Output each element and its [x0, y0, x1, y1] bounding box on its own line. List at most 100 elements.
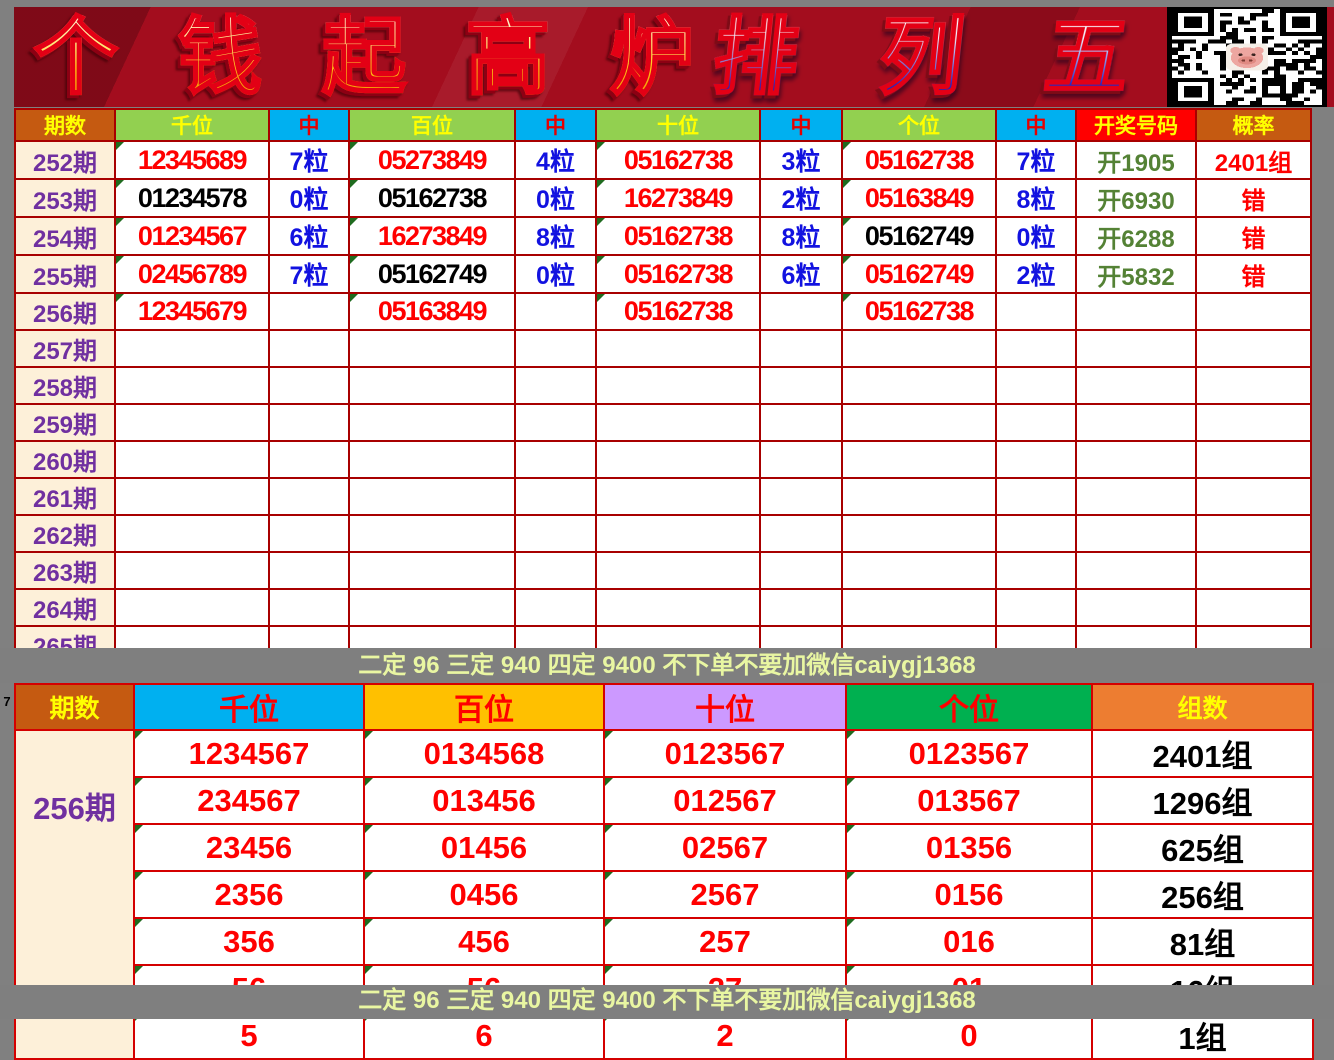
cell-draw-number [1076, 330, 1196, 367]
qr-module [1244, 28, 1250, 32]
cell-group-count: 1296组 [1092, 777, 1313, 824]
cell-units-hit: 7粒 [996, 141, 1076, 179]
cell-thousands [115, 589, 269, 626]
banner-char: 钱 [178, 15, 262, 99]
banner-char: 个 [34, 15, 118, 99]
cell-draw-number: 开1905 [1076, 141, 1196, 179]
table-row: 261期 [15, 478, 1311, 515]
cell-thousands-hit [269, 515, 349, 552]
cell-units [842, 404, 996, 441]
cell-thousands: 23456 [134, 824, 364, 871]
cell-units: 05162749 [842, 217, 996, 255]
column-header: 个位 [846, 684, 1092, 730]
column-header: 十位 [604, 684, 846, 730]
column-header: 百位 [349, 109, 515, 141]
banner: 个钱起高炉 排列五 [14, 7, 1334, 107]
qr-module [1286, 93, 1292, 97]
cell-hundreds [349, 552, 515, 589]
period-cell: 253期 [15, 179, 115, 217]
qr-module [1262, 13, 1268, 17]
table-row: 259期 [15, 404, 1311, 441]
cell-tens [596, 478, 760, 515]
cell-thousands-hit [269, 552, 349, 589]
qr-module [1178, 47, 1184, 51]
cell-units-hit [996, 589, 1076, 626]
cell-hundreds-hit: 0粒 [515, 255, 596, 293]
qr-module [1298, 90, 1304, 94]
period-cell: 254期 [15, 217, 115, 255]
cell-units: 05163849 [842, 179, 996, 217]
qr-module [1280, 63, 1286, 67]
qr-module [1316, 51, 1322, 55]
table-row: 2345670134560125670135671296组 [15, 777, 1313, 824]
cell-hundreds: 013456 [364, 777, 604, 824]
cell-hundreds [349, 330, 515, 367]
qr-module [1226, 32, 1232, 36]
cell-tens: 05162738 [596, 255, 760, 293]
qr-module [1220, 82, 1226, 86]
qr-module [1286, 101, 1292, 105]
period-cell: 255期 [15, 255, 115, 293]
qr-module [1292, 51, 1298, 55]
qr-module [1184, 55, 1190, 59]
cell-units: 0156 [846, 871, 1092, 918]
qr-module [1298, 47, 1304, 51]
cell-thousands-hit: 6粒 [269, 217, 349, 255]
qr-module [1262, 24, 1268, 28]
qr-module [1172, 51, 1178, 55]
qr-module [1232, 74, 1238, 78]
qr-module [1184, 67, 1190, 71]
qr-module [1310, 78, 1316, 82]
qr-module [1220, 59, 1226, 63]
qr-module [1280, 86, 1286, 90]
banner-title-right: 排列五 [709, 7, 1135, 107]
period-cell: 260期 [15, 441, 115, 478]
cell-tens-hit [760, 552, 842, 589]
qr-module [1298, 78, 1304, 82]
qr-module [1304, 97, 1310, 101]
qr-module [1202, 44, 1208, 48]
cell-tens: 05162738 [596, 293, 760, 330]
qr-module [1214, 51, 1220, 55]
cell-hundreds: 05163849 [349, 293, 515, 330]
cell-draw-number [1076, 589, 1196, 626]
qr-module [1292, 67, 1298, 71]
cell-tens: 05162738 [596, 141, 760, 179]
cell-probability: 错 [1196, 255, 1311, 293]
qr-module [1178, 63, 1184, 67]
cell-units-hit [996, 404, 1076, 441]
cell-tens-hit [760, 404, 842, 441]
qr-module [1226, 90, 1232, 94]
cell-probability [1196, 404, 1311, 441]
qr-module [1238, 70, 1244, 74]
qr-module [1238, 82, 1244, 86]
qr-code-block [1167, 7, 1327, 107]
cell-tens-hit: 3粒 [760, 141, 842, 179]
cell-thousands: 01234567 [115, 217, 269, 255]
qr-module [1232, 36, 1238, 40]
qr-module [1226, 78, 1232, 82]
qr-module [1298, 70, 1304, 74]
qr-module [1316, 86, 1322, 90]
cell-thousands-hit [269, 441, 349, 478]
cell-units: 05162738 [842, 293, 996, 330]
banner-char: 排 [710, 15, 803, 99]
qr-module [1304, 63, 1310, 67]
cell-tens-hit: 8粒 [760, 217, 842, 255]
cell-units [842, 367, 996, 404]
cell-group-count: 81组 [1092, 918, 1313, 965]
cell-hundreds [349, 589, 515, 626]
cell-draw-number: 开6288 [1076, 217, 1196, 255]
qr-module [1172, 59, 1178, 63]
cell-thousands: 12345679 [115, 293, 269, 330]
qr-module [1244, 74, 1250, 78]
qr-module [1262, 21, 1268, 25]
qr-module [1286, 97, 1292, 101]
qr-module [1232, 97, 1238, 101]
qr-module [1256, 101, 1262, 105]
cell-units: 016 [846, 918, 1092, 965]
cell-thousands-hit [269, 404, 349, 441]
column-header: 期数 [15, 684, 134, 730]
table-row: 260期 [15, 441, 1311, 478]
qr-module [1298, 101, 1304, 105]
